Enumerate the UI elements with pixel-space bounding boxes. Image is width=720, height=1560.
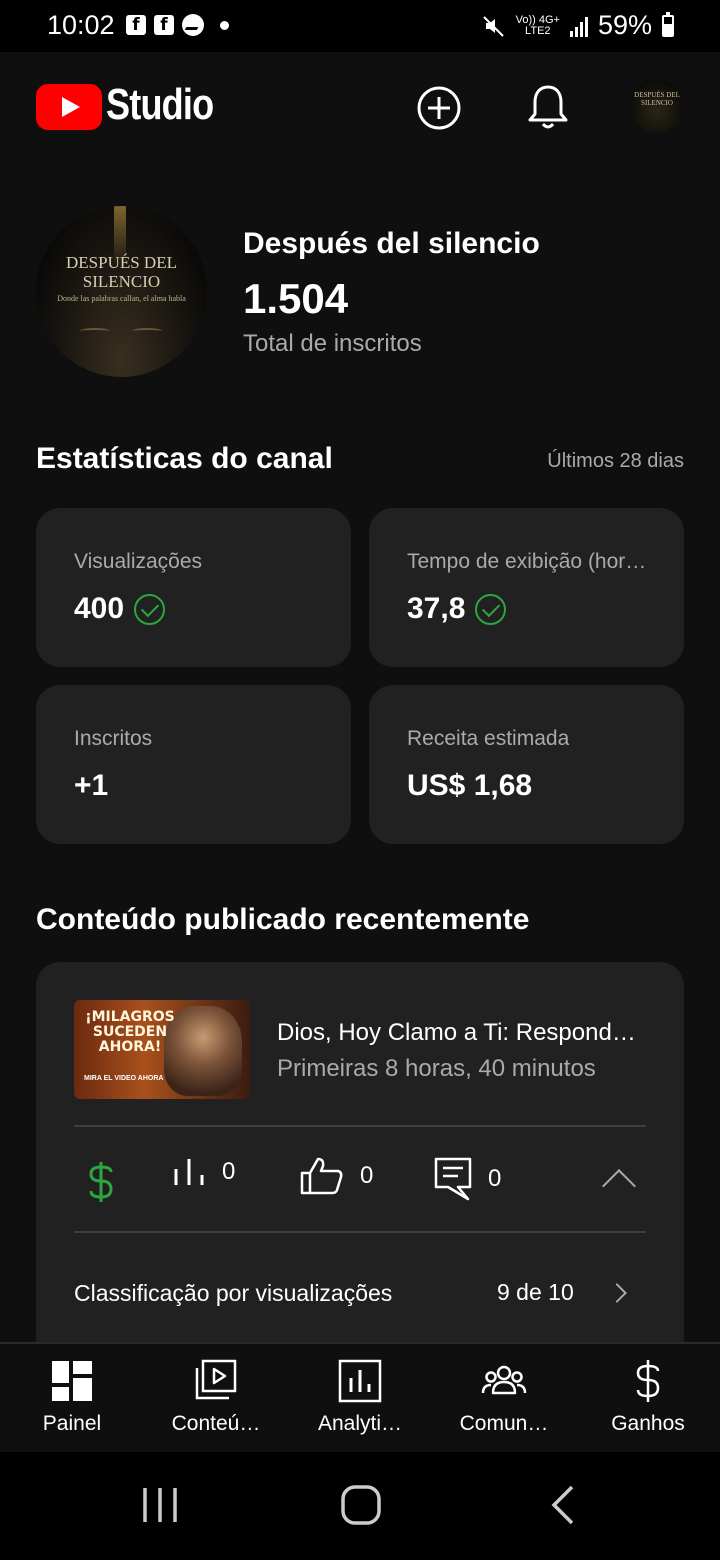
recent-apps-icon[interactable] [140,1486,180,1524]
home-icon[interactable] [340,1484,382,1526]
battery-icon [662,11,674,37]
thumbs-up-icon [300,1157,343,1195]
channel-avatar-tagline: Donde las palabras callan, el alma habla [57,294,186,303]
collapse-chevron-up-icon[interactable] [602,1169,636,1203]
divider [74,1231,646,1233]
ranking-label[interactable]: Classificação por visualizações [74,1280,392,1307]
stat-label: Receita estimada [407,727,570,750]
more-notifications-dot-icon [220,20,229,30]
likes-count: 0 [360,1162,374,1189]
mute-icon [482,15,504,37]
stat-value: US$ 1,68 [407,769,533,802]
nav-label: Conteú… [171,1412,261,1435]
bell-icon[interactable] [526,83,570,131]
nav-label: Ganhos [611,1412,685,1435]
account-avatar-text: DESPUÉS DEL SILENCIO [634,91,680,107]
video-subtitle: Primeiras 8 horas, 40 minutos [277,1055,596,1082]
nav-comunidade[interactable]: Comun… [432,1344,576,1454]
facebook-icon: f [126,15,146,35]
nav-label: Analyti… [317,1412,403,1435]
stat-value: 37,8 [407,592,507,626]
stat-card-subscribers[interactable]: Inscritos +1 [36,685,351,844]
channel-avatar[interactable]: DESPUÉS DEL SILENCIO Donde las palabras … [36,206,207,377]
check-circle-icon [134,593,166,625]
messenger-icon [182,14,204,36]
channel-name: Después del silencio [243,227,540,260]
stat-label: Inscritos [74,727,153,750]
channel-avatar-title: DESPUÉS DEL SILENCIO [66,253,177,291]
comments-count: 0 [488,1165,502,1192]
nav-conteudo[interactable]: Conteú… [144,1344,288,1454]
video-title[interactable]: Dios, Hoy Clamo a Ti: Responde Mi Clamor [277,1019,649,1047]
stat-card-revenue[interactable]: Receita estimada US$ 1,68 [369,685,684,844]
comments-metric: 0 [434,1157,501,1201]
create-icon[interactable] [416,85,462,131]
status-right: Vo)) 4G+ LTE2 59% [482,10,674,41]
stat-value: +1 [74,769,109,802]
youtube-logo-icon [36,84,102,130]
back-icon[interactable] [548,1484,576,1526]
nav-painel[interactable]: Painel [0,1344,144,1454]
stat-card-views[interactable]: Visualizações 400 [36,508,351,667]
views-metric: 0 [174,1157,235,1187]
views-bars-icon [174,1159,204,1185]
chevron-right-icon[interactable] [607,1283,627,1303]
comment-icon [434,1157,472,1201]
account-avatar[interactable]: DESPUÉS DEL SILENCIO [630,79,684,133]
video-thumbnail[interactable]: ¡MILAGROS SUCEDEN AHORA! MIRA EL VIDEO A… [74,1000,250,1099]
subscriber-count: 1.504 [243,275,349,322]
ranking-value: 9 de 10 [497,1279,574,1305]
earn-icon [636,1360,660,1402]
nav-label: Comun… [459,1412,549,1435]
app-header: Studio DESPUÉS DEL SILENCIO [0,52,720,164]
views-count: 0 [222,1158,236,1185]
thumbnail-subtext: MIRA EL VIDEO AHORA [84,1075,164,1082]
analytics-icon [338,1359,382,1403]
nav-analytics[interactable]: Analyti… [288,1344,432,1454]
content-icon [195,1359,237,1400]
stat-label: Visualizações [74,550,203,573]
stat-value: 400 [74,592,166,626]
system-navigation-bar [0,1452,720,1560]
battery-percent: 59% [597,10,652,40]
bottom-navigation: Painel Conteú… Analyti… Comun… Ganhos [0,1342,720,1452]
recent-video-card: ¡MILAGROS SUCEDEN AHORA! MIRA EL VIDEO A… [36,962,684,1382]
dollar-icon [89,1162,113,1202]
divider [74,1125,646,1127]
stats-title: Estatísticas do canal [36,442,333,475]
network-indicator: Vo)) 4G+ LTE2 [515,13,560,37]
check-circle-icon [475,593,507,625]
thumbnail-text: ¡MILAGROS SUCEDEN AHORA! [85,1009,175,1055]
signal-icon [569,15,588,37]
notification-icons: f f [126,14,229,36]
stat-card-watch-time[interactable]: Tempo de exibição (horas) 37,8 [369,508,684,667]
likes-metric: 0 [300,1157,373,1195]
facebook-icon: f [154,15,174,35]
nav-label: Painel [42,1412,102,1435]
subscriber-label: Total de inscritos [243,330,422,357]
stats-period: Últimos 28 dias [547,450,684,472]
recent-content-title: Conteúdo publicado recentemente [36,903,530,936]
stat-label: Tempo de exibição (horas) [407,550,647,573]
nav-ganhos[interactable]: Ganhos [576,1344,720,1454]
studio-logo-text: Studio [106,80,214,129]
dashboard-icon [52,1361,92,1401]
status-bar: 10:02 f f Vo)) 4G+ LTE2 59% [0,0,720,52]
community-icon [481,1365,527,1395]
status-time: 10:02 [47,10,115,40]
